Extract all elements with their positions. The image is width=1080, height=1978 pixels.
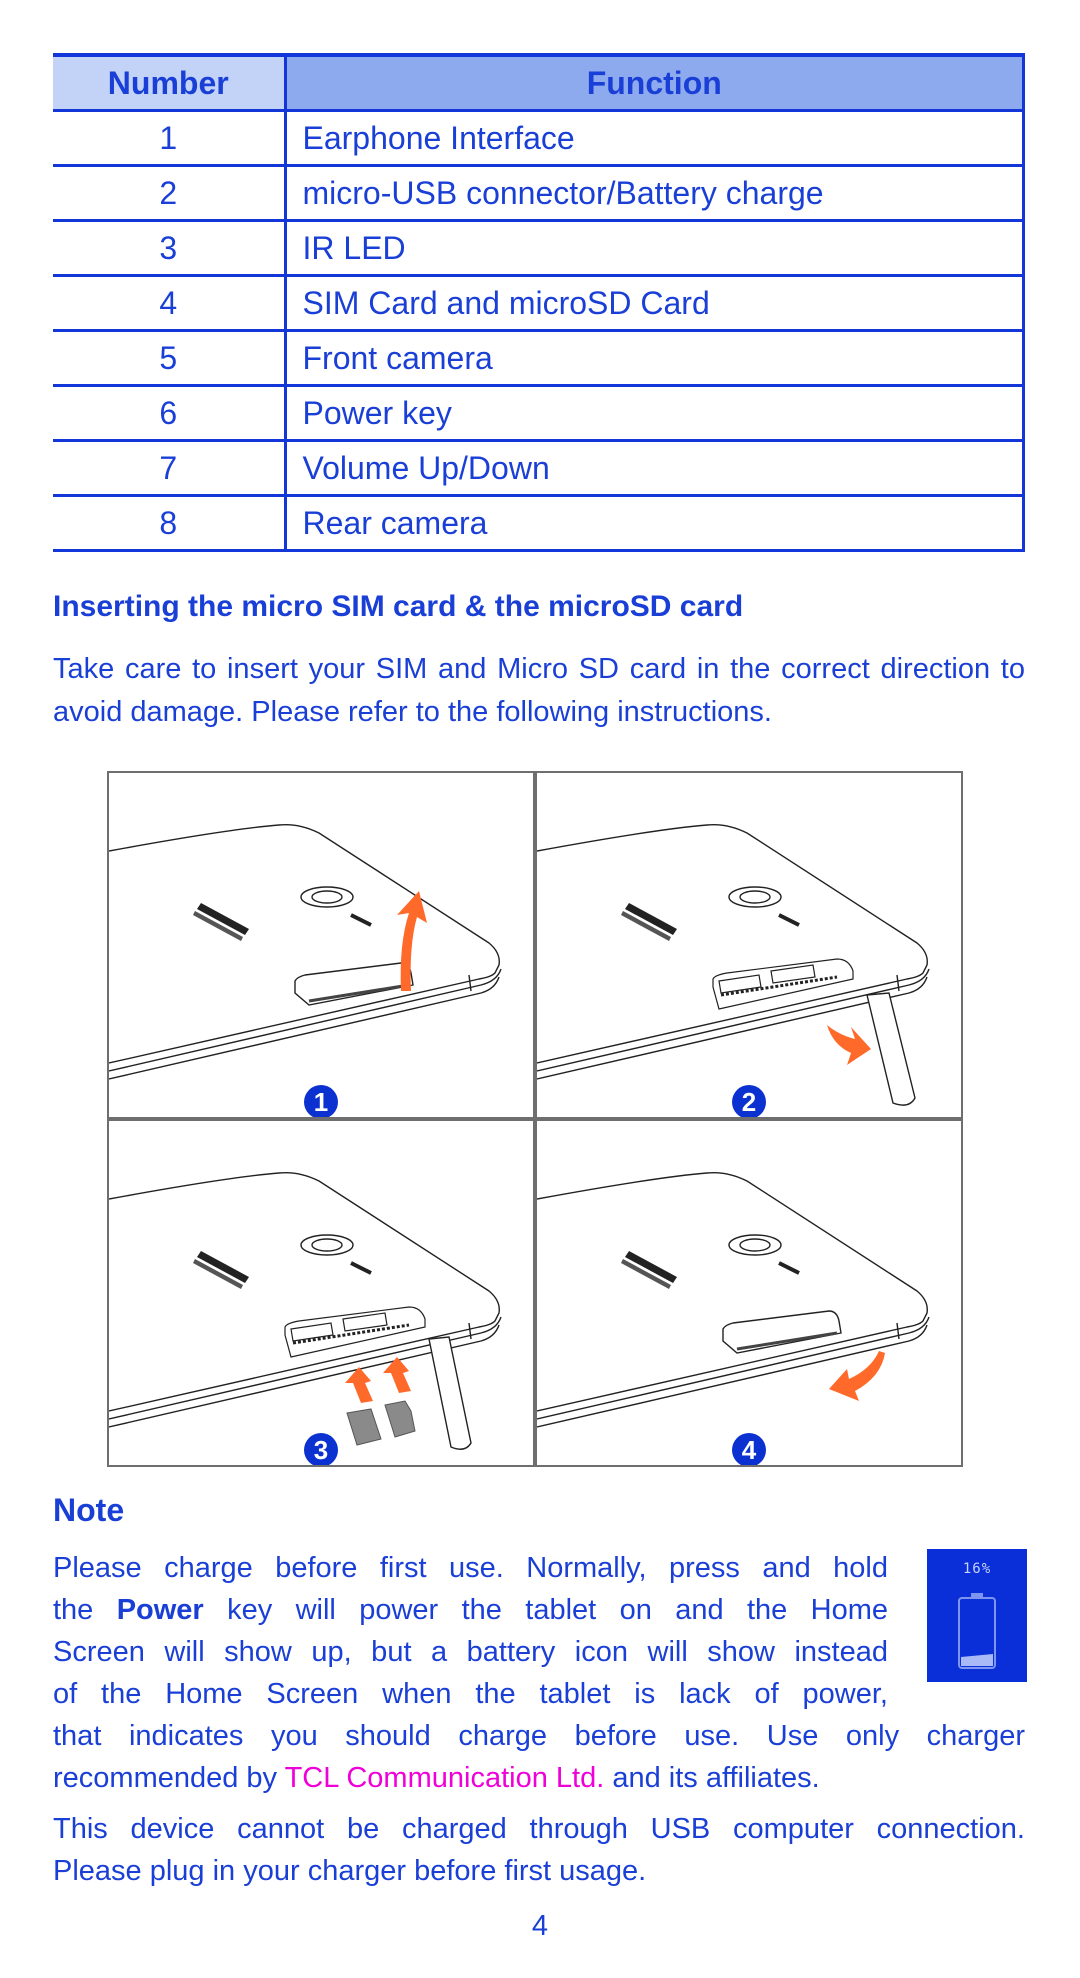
row-number: 4 xyxy=(53,275,287,332)
row-function: IR LED xyxy=(285,220,1025,277)
step-panel-3: 3 xyxy=(107,1119,535,1467)
row-number: 2 xyxy=(53,165,287,222)
tablet-illustration-icon xyxy=(109,822,503,1081)
step-badge: 1 xyxy=(304,1085,338,1117)
arrow-up-icon xyxy=(345,1367,373,1403)
tablet-illustration-icon xyxy=(109,1170,503,1450)
row-function: SIM Card and microSD Card xyxy=(285,275,1025,332)
step-panel-4: 4 xyxy=(535,1119,963,1467)
battery-percent: 16% xyxy=(962,1561,992,1577)
note-heading: Note xyxy=(53,1492,125,1528)
row-function: Power key xyxy=(285,385,1025,442)
note-line-1: Please charge before first use. Normally… xyxy=(53,1552,888,1584)
row-number: 3 xyxy=(53,220,287,277)
table-row: 3 IR LED xyxy=(53,220,1025,277)
battery-icon xyxy=(958,1593,996,1669)
sim-insertion-figure: 1 2 3 4 xyxy=(107,771,967,1469)
section-intro: Take care to insert your SIM and Micro S… xyxy=(53,653,1025,728)
tablet-illustration-icon xyxy=(537,1170,931,1429)
step-badge: 4 xyxy=(732,1433,766,1465)
note-line-3: Screen will show up, but a battery icon … xyxy=(53,1636,888,1668)
table-row: 7 Volume Up/Down xyxy=(53,440,1025,497)
low-battery-screen: 16% xyxy=(927,1549,1027,1682)
power-key-label: Power xyxy=(116,1594,204,1626)
row-number: 6 xyxy=(53,385,287,442)
function-table: Number Function 1 Earphone Interface 2 mic… xyxy=(53,53,1025,552)
sim-card-icon xyxy=(346,1408,382,1446)
step-badge: 2 xyxy=(732,1085,766,1117)
arrow-right-icon xyxy=(827,1025,871,1065)
step-badge: 3 xyxy=(304,1433,338,1465)
table-row: 4 SIM Card and microSD Card xyxy=(53,275,1025,332)
note-line-5: that indicates you should charge before … xyxy=(53,1720,1025,1752)
note-line-4: of the Home Screen when the tablet is la… xyxy=(53,1678,888,1710)
step-panel-1: 1 xyxy=(107,771,535,1119)
microsd-card-icon xyxy=(384,1400,416,1438)
row-function: micro-USB connector/Battery charge xyxy=(285,165,1025,222)
row-number: 1 xyxy=(53,110,287,167)
row-function: Rear camera xyxy=(285,495,1025,552)
table-row: 1 Earphone Interface xyxy=(53,110,1025,167)
table-row: 2 micro-USB connector/Battery charge xyxy=(53,165,1025,222)
cover-flap xyxy=(866,992,916,1106)
row-number: 8 xyxy=(53,495,287,552)
row-number: 5 xyxy=(53,330,287,387)
table-row: 8 Rear camera xyxy=(53,495,1025,552)
row-function: Front camera xyxy=(285,330,1025,387)
step-panel-2: 2 xyxy=(535,771,963,1119)
header-function: Function xyxy=(285,53,1025,112)
tablet-illustration-icon xyxy=(537,822,931,1106)
note-line-6: recommended by TCL Communication Ltd. an… xyxy=(53,1762,820,1794)
page-number: 4 xyxy=(531,1910,549,1942)
arrow-down-icon xyxy=(829,1351,885,1401)
table-row: 5 Front camera xyxy=(53,330,1025,387)
table-header-row: Number Function xyxy=(53,53,1025,112)
note-usb-line-1: This device cannot be charged through US… xyxy=(53,1813,1025,1845)
note-usb-line-2: Please plug in your charger before first… xyxy=(53,1855,647,1887)
row-function: Volume Up/Down xyxy=(285,440,1025,497)
table-row: 6 Power key xyxy=(53,385,1025,442)
section-heading: Inserting the micro SIM card & the micro… xyxy=(53,590,744,623)
row-function: Earphone Interface xyxy=(285,110,1025,167)
cover-flap xyxy=(428,1336,472,1450)
brand-name: TCL Communication Ltd. xyxy=(284,1762,605,1794)
row-number: 7 xyxy=(53,440,287,497)
note-line-2: the Power key will power the tablet on a… xyxy=(53,1594,888,1626)
header-number: Number xyxy=(53,53,287,112)
